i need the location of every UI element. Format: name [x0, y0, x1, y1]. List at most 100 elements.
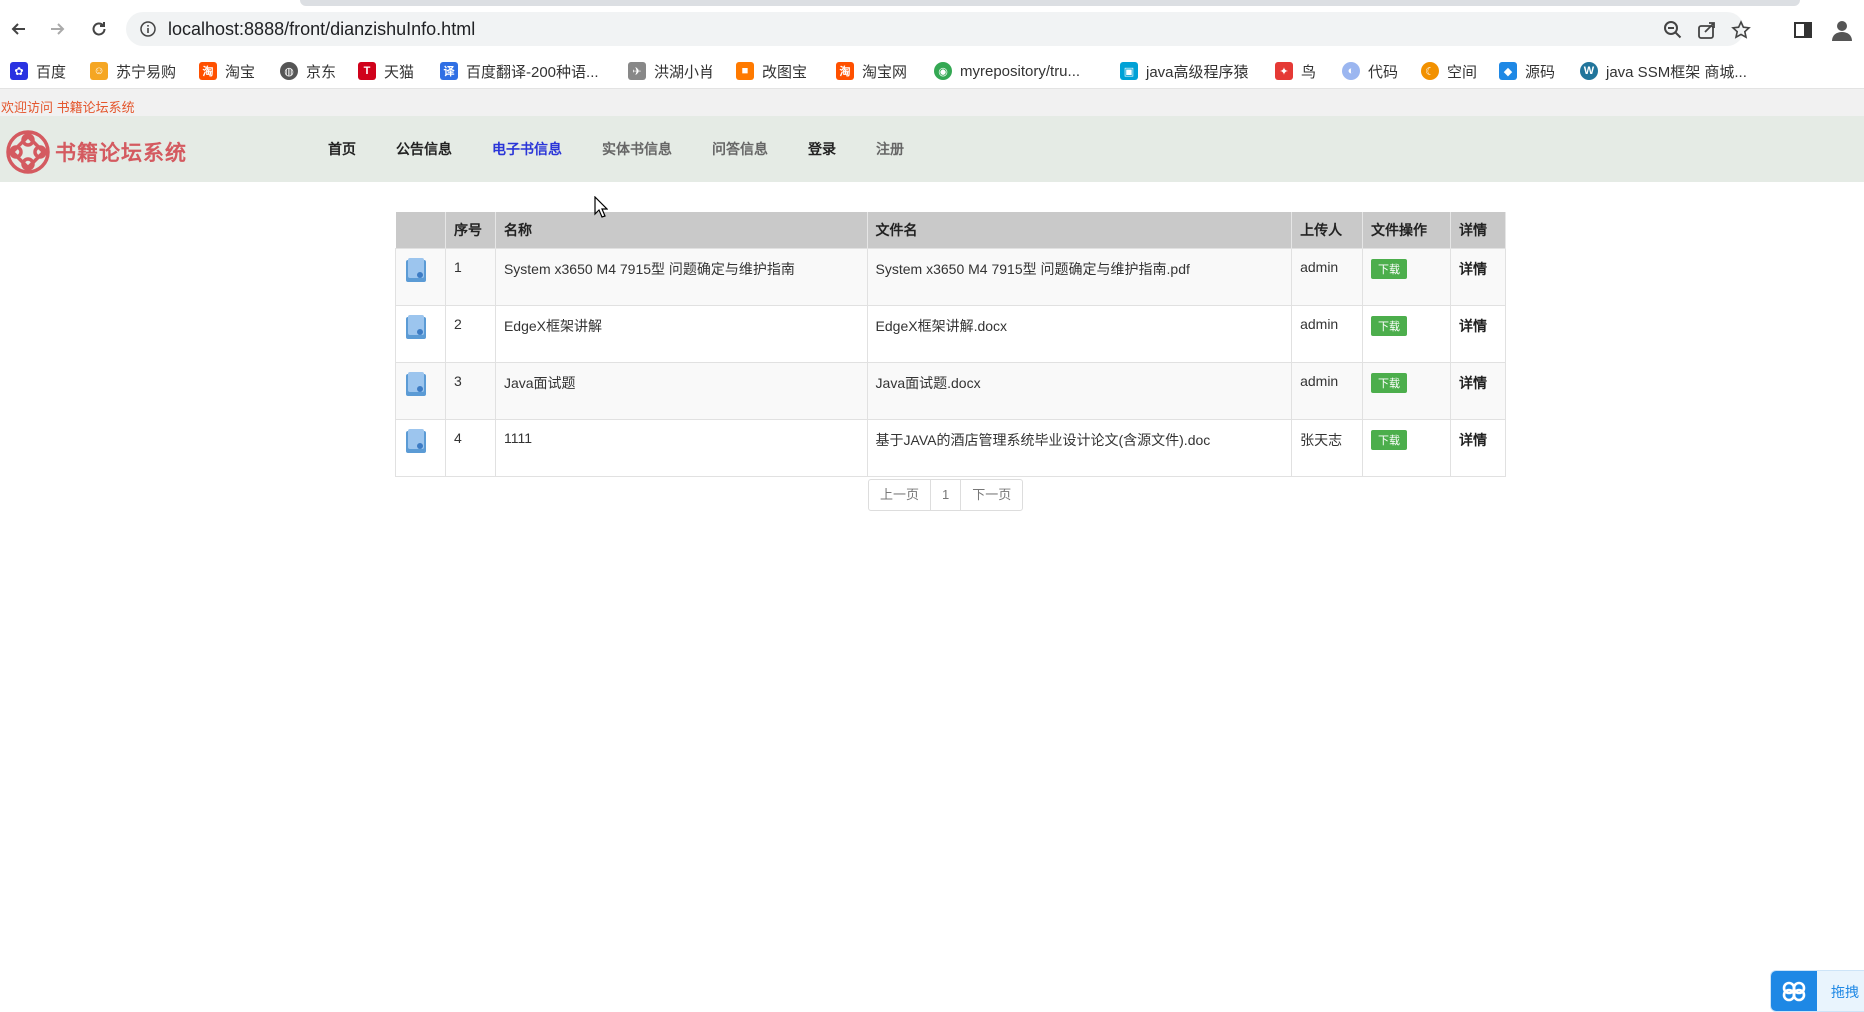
- taobao-icon: 淘: [199, 62, 217, 80]
- table-row: 1 System x3650 M4 7915型 问题确定与维护指南 System…: [395, 248, 1507, 306]
- zoom-icon[interactable]: [1662, 19, 1684, 41]
- bookmark-tmall[interactable]: T 天猫: [358, 60, 414, 82]
- mouse-cursor-icon: [594, 196, 608, 218]
- drag-widget-label: 拖拽: [1831, 984, 1859, 1000]
- cloud-icon: [1771, 971, 1817, 1011]
- bookmark-java-ssm[interactable]: Wjava SSM框架 商城...: [1580, 60, 1747, 82]
- download-button[interactable]: 下载: [1371, 430, 1408, 450]
- drag-widget[interactable]: 拖拽: [1770, 970, 1864, 1012]
- bookmark-baidu-translate[interactable]: 译百度翻译-200种语...: [440, 60, 599, 82]
- share-icon[interactable]: [1696, 19, 1718, 41]
- cell-uploader: admin: [1291, 305, 1364, 363]
- detail-link[interactable]: 详情: [1459, 432, 1487, 448]
- translate-icon: 译: [440, 62, 458, 80]
- chrome-icon: ◉: [934, 62, 952, 80]
- code-icon: ◐: [1342, 62, 1360, 80]
- nav-home[interactable]: 首页: [328, 139, 356, 159]
- header-no: 序号: [445, 212, 496, 249]
- suning-icon: ☺: [90, 62, 108, 80]
- ebook-cover-icon[interactable]: [404, 257, 428, 283]
- prev-page-button[interactable]: 上一页: [869, 480, 932, 510]
- nav-physical-books[interactable]: 实体书信息: [602, 139, 672, 159]
- bookmark-gaitubao[interactable]: ■ 改图宝: [736, 60, 807, 82]
- bird-icon: ✈: [628, 62, 646, 80]
- tmall-icon: T: [358, 62, 376, 80]
- knot-logo-icon: [6, 130, 50, 174]
- download-button[interactable]: 下载: [1371, 316, 1408, 336]
- bookmark-baidu[interactable]: ✿ 百度: [10, 60, 66, 82]
- table-row: 3 Java面试题 Java面试题.docx admin 下载 详情: [395, 362, 1507, 420]
- browser-toolbar: localhost:8888/front/dianzishuInfo.html: [0, 6, 1864, 52]
- header-name: 名称: [495, 212, 868, 249]
- bookmark-myrepository[interactable]: ◉ myrepository/tru...: [934, 60, 1080, 82]
- bookmark-jd[interactable]: ◍ 京东: [280, 60, 336, 82]
- welcome-text: 欢迎访问 书籍论坛系统: [0, 89, 1864, 116]
- globe-icon: ◍: [280, 62, 298, 80]
- ebook-cover-icon[interactable]: [404, 314, 428, 340]
- cell-no: 4: [444, 419, 496, 477]
- cell-filename: EdgeX框架讲解.docx: [866, 305, 1293, 363]
- detail-link[interactable]: 详情: [1459, 375, 1487, 391]
- bird-icon: ✦: [1275, 62, 1293, 80]
- header-filename: 文件名: [867, 212, 1293, 249]
- wordpress-icon: W: [1580, 62, 1598, 80]
- forward-button[interactable]: [42, 14, 72, 44]
- table-row: 2 EdgeX框架讲解 EdgeX框架讲解.docx admin 下载 详情: [395, 305, 1507, 363]
- cell-filename: System x3650 M4 7915型 问题确定与维护指南.pdf: [866, 248, 1293, 306]
- side-panel-icon[interactable]: [1791, 18, 1815, 42]
- table-header-row: 序号 名称 文件名 上传人 文件操作 详情: [395, 212, 1507, 249]
- bookmark-bird[interactable]: ✦ 鸟: [1275, 60, 1316, 82]
- bilibili-icon: ▣: [1120, 62, 1138, 80]
- cell-uploader: admin: [1291, 362, 1364, 420]
- nav-announcements[interactable]: 公告信息: [396, 139, 452, 159]
- cell-name: Java面试题: [494, 362, 868, 420]
- forward-arrow-icon: [51, 23, 65, 35]
- cell-name: EdgeX框架讲解: [494, 305, 868, 363]
- ebook-cover-icon[interactable]: [404, 428, 428, 454]
- taobao-icon: 淘: [836, 62, 854, 80]
- pagination: 上一页 1 下一页: [868, 479, 1024, 511]
- profile-avatar-icon[interactable]: [1830, 18, 1854, 42]
- space-icon: ☾: [1421, 62, 1439, 80]
- back-button[interactable]: [4, 14, 34, 44]
- bookmark-taobaowang[interactable]: 淘淘宝网: [836, 60, 907, 82]
- page-content: 欢迎访问 书籍论坛系统 书籍论坛系统 首页 公告信息 电子书信息 实体书信息 问…: [0, 89, 1864, 1012]
- bookmark-star-icon[interactable]: [1730, 19, 1752, 41]
- nav-ebooks[interactable]: 电子书信息: [492, 139, 562, 159]
- logo-text: 书籍论坛系统: [55, 142, 187, 165]
- header-detail: 详情: [1450, 212, 1507, 249]
- download-button[interactable]: 下载: [1371, 373, 1408, 393]
- cell-no: 2: [444, 305, 496, 363]
- site-logo[interactable]: 书籍论坛系统: [5, 129, 187, 175]
- bookmark-suning[interactable]: ☺ 苏宁易购: [90, 60, 176, 82]
- bookmark-code[interactable]: ◐ 代码: [1342, 60, 1398, 82]
- gaitubao-icon: ■: [736, 62, 754, 80]
- cell-name: System x3650 M4 7915型 问题确定与维护指南: [494, 248, 868, 306]
- cell-uploader: 张天志: [1291, 419, 1364, 477]
- bookmark-source[interactable]: ◆ 源码: [1499, 60, 1555, 82]
- detail-link[interactable]: 详情: [1459, 261, 1487, 277]
- next-page-button[interactable]: 下一页: [961, 480, 1022, 510]
- table-row: 4 1111 基于JAVA的酒店管理系统毕业设计论文(含源文件).doc 张天志…: [395, 419, 1507, 477]
- page-number-button[interactable]: 1: [931, 480, 962, 510]
- reload-icon: [92, 22, 106, 36]
- site-info-icon[interactable]: [140, 21, 156, 37]
- ebook-cover-icon[interactable]: [404, 371, 428, 397]
- fish-icon: ◆: [1499, 62, 1517, 80]
- nav-qa[interactable]: 问答信息: [712, 139, 768, 159]
- cell-no: 1: [444, 248, 496, 306]
- detail-link[interactable]: 详情: [1459, 318, 1487, 334]
- bookmark-space[interactable]: ☾ 空间: [1421, 60, 1477, 82]
- reload-button[interactable]: [84, 14, 114, 44]
- address-bar[interactable]: localhost:8888/front/dianzishuInfo.html: [126, 12, 1751, 46]
- cell-filename: 基于JAVA的酒店管理系统毕业设计论文(含源文件).doc: [866, 419, 1293, 477]
- bookmark-honghu[interactable]: ✈ 洪湖小肖: [628, 60, 714, 82]
- download-button[interactable]: 下载: [1371, 259, 1408, 279]
- url-text[interactable]: localhost:8888/front/dianzishuInfo.html: [168, 19, 475, 40]
- header-thumb: [395, 212, 446, 249]
- ebook-table: 序号 名称 文件名 上传人 文件操作 详情 1 System x3650 M4 …: [395, 212, 1507, 477]
- nav-register[interactable]: 注册: [876, 139, 904, 159]
- nav-login[interactable]: 登录: [808, 139, 836, 159]
- bookmark-java-senior[interactable]: ▣ java高级程序猿: [1120, 60, 1249, 82]
- bookmark-taobao[interactable]: 淘淘宝: [199, 60, 255, 82]
